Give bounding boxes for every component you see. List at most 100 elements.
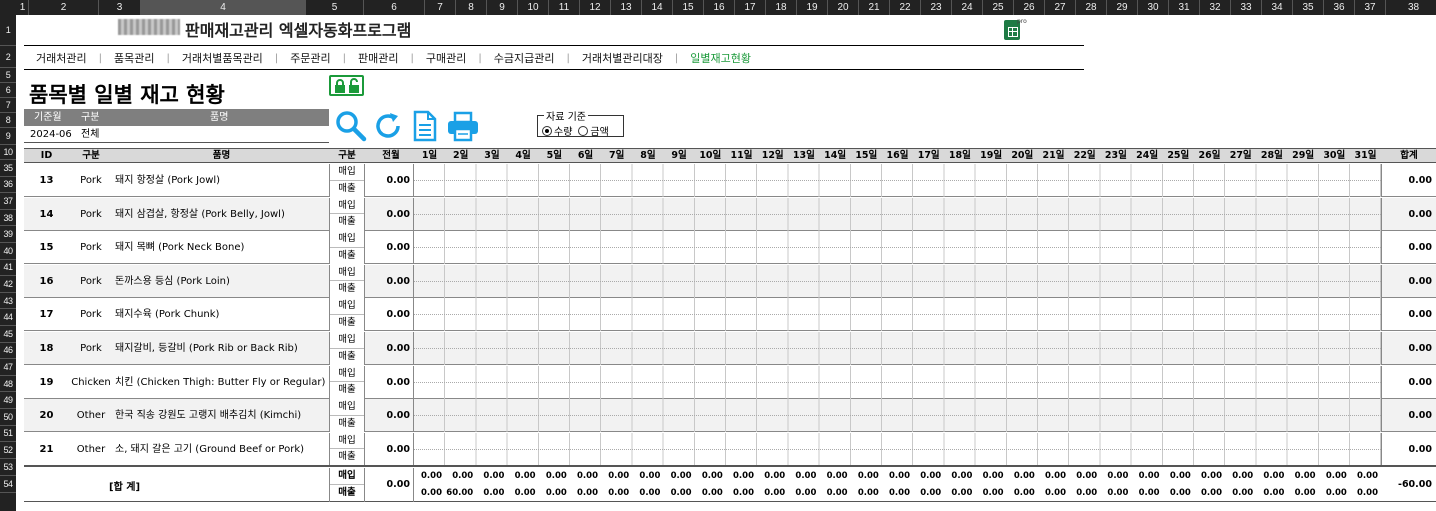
column-header[interactable]: 20 (828, 0, 859, 15)
column-header[interactable]: 18 (766, 0, 797, 15)
table-row[interactable]: 18 Pork 돼지갈비, 등갈비 (Pork Rib or Back Rib) 매입… (24, 332, 1436, 365)
table-row[interactable]: 20 Other 한국 직송 강원도 고랭지 배추김치 (Kimchi) 매입 매출 0.… (24, 399, 1436, 433)
filter-name-value[interactable] (144, 126, 324, 143)
row-header[interactable]: 6 (0, 83, 16, 98)
nav-item[interactable]: 판매관리 (346, 50, 410, 66)
radio-empty-icon[interactable] (578, 126, 589, 136)
refresh-button[interactable] (372, 110, 404, 146)
column-header[interactable]: 8 (456, 0, 487, 15)
column-header[interactable]: 36 (1324, 0, 1355, 15)
table-row[interactable]: 14 Pork 돼지 삼겹살, 항정살 (Pork Belly, Jowl) 매입 매출… (24, 197, 1436, 231)
row-header[interactable]: 45 (0, 326, 16, 343)
nav-item[interactable]: 거래처별관리대장 (570, 50, 675, 66)
column-header[interactable]: 15 (673, 0, 704, 15)
column-header[interactable]: 34 (1262, 0, 1293, 15)
table-row[interactable]: 21 Other 소, 돼지 갈은 고기 (Ground Beef or Pork)… (24, 432, 1436, 466)
column-header[interactable]: 6 (364, 0, 425, 15)
column-header[interactable]: 25 (983, 0, 1014, 15)
column-header[interactable]: 11 (549, 0, 580, 15)
print-button[interactable] (446, 110, 480, 146)
filter-month-value[interactable]: 2024-06 (30, 126, 72, 143)
column-header[interactable]: 3 (99, 0, 141, 15)
export-document-button[interactable] (411, 110, 439, 146)
radio-selected-icon[interactable] (542, 126, 552, 136)
row-header[interactable]: 43 (0, 293, 16, 310)
row-header[interactable]: 47 (0, 359, 16, 376)
column-header[interactable]: 12 (580, 0, 611, 15)
column-header[interactable]: 10 (518, 0, 549, 15)
row-header[interactable]: 2 (0, 46, 16, 68)
row-day-grid[interactable] (414, 197, 1382, 231)
nav-item[interactable]: 거래처관리 (24, 50, 99, 66)
row-header[interactable]: 44 (0, 309, 16, 326)
row-header[interactable]: 46 (0, 343, 16, 360)
row-header[interactable]: 48 (0, 376, 16, 393)
column-header[interactable]: 37 (1355, 0, 1386, 15)
basis-option-quantity[interactable]: 수량 (542, 123, 572, 138)
row-header[interactable]: 37 (0, 193, 16, 210)
column-header[interactable]: 26 (1014, 0, 1045, 15)
search-button[interactable] (335, 110, 367, 146)
nav-item[interactable]: 구매관리 (414, 50, 478, 66)
row-day-grid[interactable] (414, 365, 1382, 399)
row-day-grid[interactable] (414, 332, 1382, 365)
row-header[interactable]: 10 (0, 145, 16, 160)
table-row[interactable]: 17 Pork 돼지수육 (Pork Chunk) 매입 매출 0.00 0.00 (24, 298, 1436, 332)
nav-item[interactable]: 주문관리 (278, 50, 342, 66)
row-header[interactable]: 49 (0, 392, 16, 409)
row-day-grid[interactable] (414, 298, 1382, 332)
basis-option-amount[interactable]: 금액 (578, 123, 609, 138)
row-header[interactable]: 1 (0, 15, 16, 46)
column-header[interactable]: 17 (735, 0, 766, 15)
table-row[interactable]: 16 Pork 돈까스용 등심 (Pork Loin) 매입 매출 0.00 0.00 (24, 264, 1436, 298)
column-header[interactable]: 32 (1200, 0, 1231, 15)
lock-toggle-button[interactable] (329, 75, 364, 96)
table-row[interactable]: 19 Chicken 치킨 (Chicken Thigh: Butter Fly o… (24, 365, 1436, 399)
row-header[interactable]: 51 (0, 426, 16, 443)
column-header[interactable]: 28 (1076, 0, 1107, 15)
row-header[interactable]: 50 (0, 409, 16, 426)
column-header[interactable]: 19 (797, 0, 828, 15)
column-header[interactable]: 31 (1169, 0, 1200, 15)
row-header[interactable]: 5 (0, 68, 16, 83)
column-header[interactable]: 21 (859, 0, 890, 15)
column-header[interactable]: 7 (425, 0, 456, 15)
column-header[interactable]: 27 (1045, 0, 1076, 15)
row-day-grid[interactable] (414, 399, 1382, 433)
row-header[interactable]: 54 (0, 476, 16, 493)
row-header[interactable]: 40 (0, 243, 16, 260)
column-header[interactable]: 16 (704, 0, 735, 15)
column-header[interactable]: 35 (1293, 0, 1324, 15)
row-header[interactable]: 42 (0, 276, 16, 293)
column-header[interactable]: 24 (952, 0, 983, 15)
nav-item[interactable]: 거래처별품목관리 (170, 50, 275, 66)
row-header[interactable]: 8 (0, 113, 16, 128)
column-header[interactable]: 30 (1138, 0, 1169, 15)
column-header[interactable]: 5 (306, 0, 364, 15)
row-header[interactable]: 39 (0, 226, 16, 243)
table-row[interactable]: 15 Pork 돼지 목뼈 (Pork Neck Bone) 매입 매출 0.00 0.00 (24, 231, 1436, 265)
row-day-grid[interactable] (414, 432, 1382, 466)
row-header[interactable]: 35 (0, 160, 16, 177)
row-header[interactable]: 53 (0, 459, 16, 476)
row-header[interactable]: 41 (0, 260, 16, 277)
nav-item[interactable]: 품목관리 (102, 50, 166, 66)
column-header[interactable]: 2 (29, 0, 99, 15)
row-header[interactable]: 9 (0, 128, 16, 145)
column-header[interactable]: 22 (890, 0, 921, 15)
table-row[interactable]: 13 Pork 돼지 항정살 (Pork Jowl) 매입 매출 0.00 0.00 (24, 164, 1436, 197)
column-header[interactable]: 13 (611, 0, 642, 15)
column-header[interactable]: 14 (642, 0, 673, 15)
column-header[interactable]: 4 (141, 0, 306, 15)
row-day-grid[interactable] (414, 231, 1382, 265)
nav-item[interactable]: 수금지급관리 (482, 50, 567, 66)
column-header[interactable]: 9 (487, 0, 518, 15)
row-header[interactable]: 36 (0, 177, 16, 194)
row-header[interactable]: 52 (0, 442, 16, 459)
row-header[interactable]: 7 (0, 98, 16, 113)
column-header[interactable]: 1 (17, 0, 29, 15)
row-header[interactable]: 38 (0, 210, 16, 227)
column-header[interactable]: 38 (1386, 0, 1436, 15)
nav-item[interactable]: 일별재고현황 (678, 50, 763, 66)
column-header[interactable]: 23 (921, 0, 952, 15)
